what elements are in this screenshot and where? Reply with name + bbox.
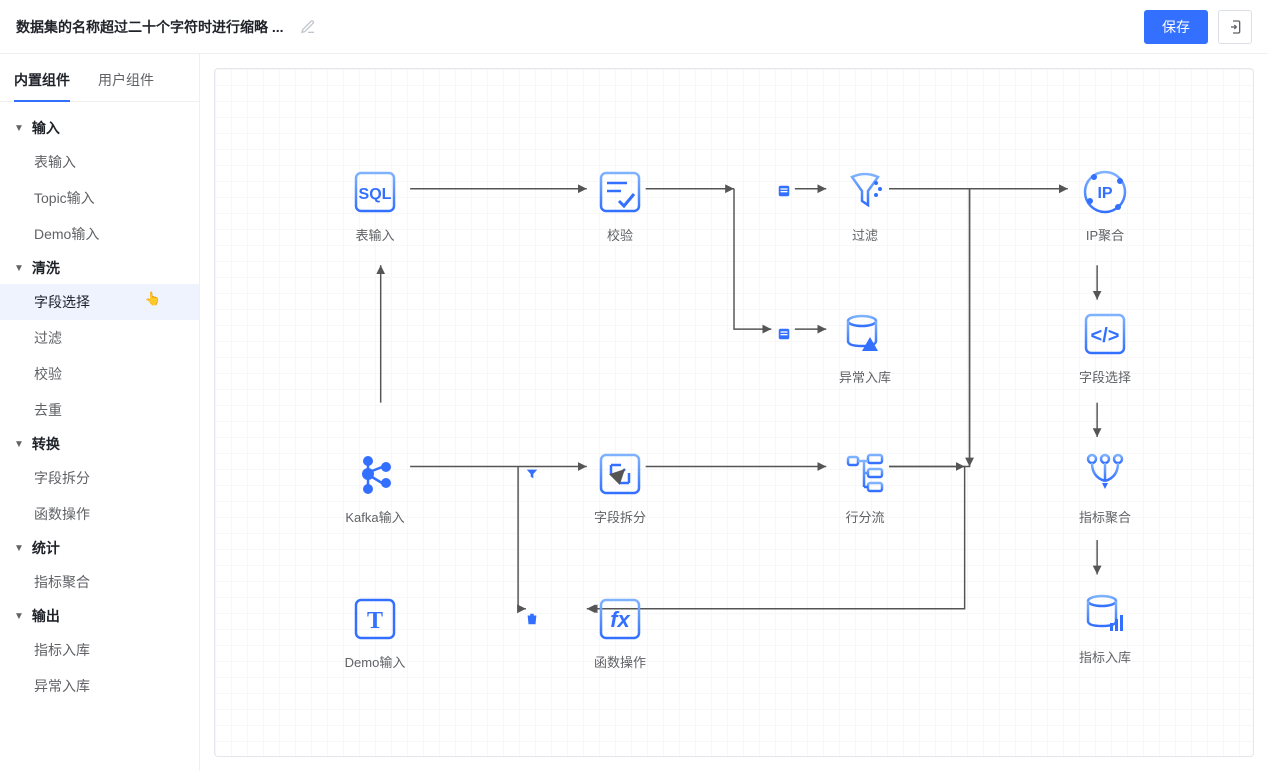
- sidebar: 内置组件 用户组件 ▼输入 表输入 Topic输入 Demo输入 ▼清洗 字段选…: [0, 54, 200, 771]
- node-filter-icon[interactable]: [840, 167, 890, 217]
- node-demo-input-icon[interactable]: T: [350, 594, 400, 644]
- node-ip-agg-icon[interactable]: IP: [1080, 167, 1130, 217]
- node-label: 指标入库: [1065, 647, 1145, 666]
- node-kafka-input-icon[interactable]: [350, 449, 400, 499]
- sidebar-item-ex-store[interactable]: 异常入库: [0, 668, 199, 704]
- node-label: 校验: [580, 225, 660, 244]
- node-label: 字段拆分: [580, 507, 660, 526]
- node-label: Demo输入: [335, 652, 415, 671]
- group-transform[interactable]: ▼转换: [0, 428, 199, 460]
- svg-text:T: T: [367, 608, 383, 634]
- sidebar-item-metric-store[interactable]: 指标入库: [0, 632, 199, 668]
- node-label: 表输入: [335, 225, 415, 244]
- node-label: 函数操作: [580, 652, 660, 671]
- svg-text:fx: fx: [610, 607, 630, 632]
- svg-text:!: !: [876, 341, 879, 352]
- node-label: 异常入库: [825, 367, 905, 386]
- flow-canvas[interactable]: SQL 表输入 Kafka输入 T Demo输入: [214, 68, 1254, 757]
- node-label: 行分流: [825, 507, 905, 526]
- sidebar-item-dedup[interactable]: 去重: [0, 392, 199, 428]
- sidebar-item-table-input[interactable]: 表输入: [0, 144, 199, 180]
- svg-text:</>: </>: [1091, 325, 1120, 347]
- node-field-select-icon[interactable]: </>: [1080, 309, 1130, 359]
- node-label: Kafka输入: [335, 507, 415, 526]
- sidebar-item-metric-agg[interactable]: 指标聚合: [0, 564, 199, 600]
- tab-builtin[interactable]: 内置组件: [14, 66, 70, 102]
- group-clean[interactable]: ▼清洗: [0, 252, 199, 284]
- sidebar-item-demo-input[interactable]: Demo输入: [0, 216, 199, 252]
- group-label: 输出: [32, 606, 60, 626]
- node-label: 指标聚合: [1065, 507, 1145, 526]
- save-button[interactable]: 保存: [1144, 10, 1208, 44]
- node-table-input-icon[interactable]: SQL: [350, 167, 400, 217]
- group-label: 输入: [32, 118, 60, 138]
- doc-mini-icon[interactable]: [777, 327, 791, 344]
- delete-mini-icon[interactable]: [525, 612, 539, 629]
- node-label: 字段选择: [1065, 367, 1145, 386]
- sidebar-item-func-op[interactable]: 函数操作: [0, 496, 199, 532]
- node-label: 过滤: [825, 225, 905, 244]
- svg-text:IP: IP: [1097, 185, 1112, 202]
- node-field-split-icon[interactable]: [595, 449, 645, 499]
- group-label: 转换: [32, 434, 60, 454]
- group-label: 统计: [32, 538, 60, 558]
- group-stats[interactable]: ▼统计: [0, 532, 199, 564]
- node-row-split-icon[interactable]: [840, 449, 890, 499]
- export-button[interactable]: [1218, 10, 1252, 44]
- group-input[interactable]: ▼输入: [0, 112, 199, 144]
- sidebar-item-filter[interactable]: 过滤: [0, 320, 199, 356]
- node-metric-store-icon[interactable]: [1080, 589, 1130, 639]
- sidebar-item-field-split[interactable]: 字段拆分: [0, 460, 199, 496]
- node-check-icon[interactable]: [595, 167, 645, 217]
- sidebar-item-topic-input[interactable]: Topic输入: [0, 180, 199, 216]
- doc-mini-icon[interactable]: [777, 184, 791, 201]
- svg-text:SQL: SQL: [359, 186, 392, 203]
- edit-title-icon[interactable]: [300, 19, 316, 35]
- sidebar-item-check[interactable]: 校验: [0, 356, 199, 392]
- page-title: 数据集的名称超过二十个字符时进行缩略 ...: [16, 17, 284, 37]
- node-ex-store-icon[interactable]: !: [840, 309, 890, 359]
- node-func-op-icon[interactable]: fx: [595, 594, 645, 644]
- group-label: 清洗: [32, 258, 60, 278]
- cursor-icon: 👆: [145, 291, 161, 307]
- sidebar-item-field-select[interactable]: 字段选择👆: [0, 284, 199, 320]
- group-output[interactable]: ▼输出: [0, 600, 199, 632]
- filter-mini-icon[interactable]: [525, 467, 539, 484]
- node-metric-agg-icon[interactable]: [1080, 449, 1130, 499]
- tab-user[interactable]: 用户组件: [98, 66, 154, 101]
- node-label: IP聚合: [1065, 225, 1145, 244]
